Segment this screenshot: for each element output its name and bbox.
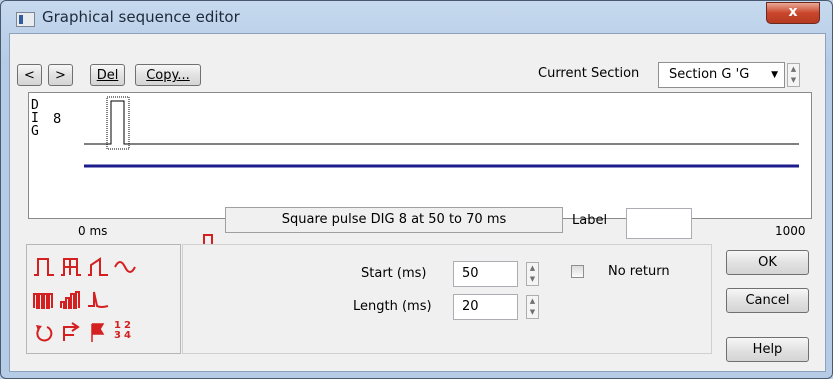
length-label: Length (ms): [353, 299, 432, 314]
section-spin-buttons[interactable]: ▲ ▼: [787, 63, 800, 87]
title-bar[interactable]: Graphical sequence editor x: [1, 1, 832, 33]
selected-pulse-marker: [106, 96, 130, 150]
section-dropdown-value: Section G 'G: [669, 67, 750, 82]
axis-start-label: 0 ms: [78, 224, 108, 238]
start-label: Start (ms): [361, 266, 427, 281]
ramp-pulse-tool-icon[interactable]: [87, 255, 109, 277]
spike-tool-icon[interactable]: [87, 288, 109, 310]
close-icon: x: [788, 4, 798, 20]
label-input[interactable]: [626, 208, 692, 239]
repeat-arrow-tool-icon[interactable]: [60, 321, 82, 343]
current-section-label: Current Section: [538, 66, 640, 81]
digital-pulse-trace: [84, 100, 799, 145]
length-spin-buttons[interactable]: ▲ ▼: [526, 295, 539, 319]
pulse-waveform: [84, 96, 799, 168]
previous-button[interactable]: <: [17, 64, 42, 86]
square-pulse-tool-icon[interactable]: [33, 255, 55, 277]
sequence-display[interactable]: D I G 8: [28, 92, 812, 219]
no-return-checkbox[interactable]: [571, 265, 584, 278]
chevron-down-icon: ▼: [771, 70, 778, 80]
section-dropdown[interactable]: Section G 'G ▼: [658, 62, 785, 88]
number-icon-digit: 4: [123, 330, 131, 341]
next-button[interactable]: >: [48, 64, 73, 86]
return-arrow-tool-icon[interactable]: [33, 321, 55, 343]
no-return-label: No return: [608, 264, 670, 279]
label-caption: Label: [572, 213, 608, 228]
start-spin-buttons[interactable]: ▲ ▼: [526, 262, 539, 286]
dialog-client-area: < > Del Copy... Current Section Section …: [9, 33, 826, 372]
number-icon-digit: 3: [114, 330, 121, 341]
length-input[interactable]: 20: [453, 294, 518, 320]
ok-button[interactable]: OK: [726, 250, 809, 275]
pulse-description: Square pulse DIG 8 at 50 to 70 ms: [225, 207, 563, 233]
dialog-window: Graphical sequence editor x < > Del Copy…: [0, 0, 833, 379]
cancel-button[interactable]: Cancel: [726, 288, 809, 313]
start-input[interactable]: 50: [453, 261, 518, 287]
numbers-tool-icon[interactable]: 12 34: [114, 321, 136, 343]
pulse-type-palette: 12 34: [26, 244, 181, 354]
pulse-train-tool-icon[interactable]: [33, 288, 55, 310]
close-button[interactable]: x: [766, 2, 820, 24]
help-button[interactable]: Help: [726, 337, 809, 362]
pulse-properties-panel: Start (ms) 50 ▲ ▼ Length (ms) 20 ▲ ▼ No re…: [182, 244, 712, 354]
sine-wave-tool-icon[interactable]: [114, 255, 136, 277]
delete-button[interactable]: Del: [90, 64, 125, 86]
app-icon: [16, 12, 35, 27]
multi-level-pulse-tool-icon[interactable]: [60, 255, 82, 277]
axis-end-label: 1000: [775, 224, 806, 238]
copy-button[interactable]: Copy...: [135, 64, 201, 86]
flag-marker-tool-icon[interactable]: [87, 321, 109, 343]
variable-pulse-train-tool-icon[interactable]: [60, 288, 82, 310]
window-title: Graphical sequence editor: [42, 8, 240, 26]
